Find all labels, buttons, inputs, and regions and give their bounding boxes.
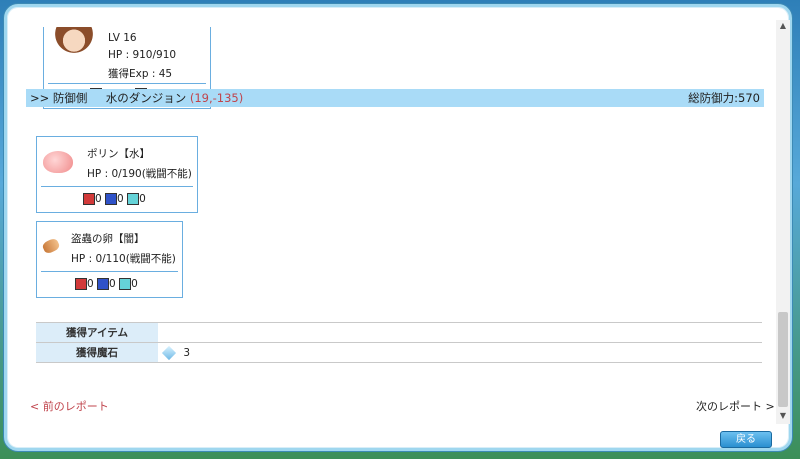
egg-icon bbox=[41, 237, 61, 255]
cyan-stone-count: 0 bbox=[131, 278, 138, 290]
stones-label: 獲得魔石 bbox=[36, 342, 158, 363]
reward-table: 獲得アイテム 獲得魔石 3 bbox=[36, 322, 762, 363]
cyan-stone-count: 0 bbox=[139, 193, 146, 205]
cyan-stone-icon bbox=[127, 193, 140, 205]
defense-banner: >> 防御側 水のダンジョン (19,-135) 総防御力:570 bbox=[26, 89, 764, 107]
player-card-divider bbox=[48, 83, 206, 84]
monster-card: 盗蟲の卵【闇】 HP : 0/110(戦闘不能) 0 0 0 bbox=[36, 221, 183, 298]
red-stone-icon bbox=[75, 278, 87, 290]
dungeon-name: 水のダンジョン bbox=[105, 91, 187, 105]
monster-stones: 0 0 0 bbox=[75, 278, 138, 290]
player-avatar bbox=[49, 27, 99, 67]
stones-value: 3 bbox=[183, 346, 191, 359]
table-row: 獲得アイテム bbox=[36, 322, 762, 343]
monster-hp: HP : 0/190(戦闘不能) bbox=[87, 168, 192, 180]
dungeon-coords: (19,-135) bbox=[189, 91, 244, 105]
scroll-up-arrow-icon[interactable]: ▲ bbox=[776, 20, 790, 32]
back-button[interactable]: 戻る bbox=[720, 431, 772, 448]
next-report-link[interactable]: 次のレポート > bbox=[696, 398, 775, 414]
blue-stone-icon bbox=[105, 193, 118, 205]
scrollbar-thumb[interactable] bbox=[778, 312, 788, 407]
crystal-icon bbox=[161, 345, 177, 360]
red-stone-count: 0 bbox=[87, 278, 94, 290]
blue-stone-icon bbox=[97, 278, 110, 290]
player-level: LV 16 bbox=[108, 32, 137, 44]
previous-report-link[interactable]: < 前のレポート bbox=[30, 398, 109, 414]
monster-card-divider bbox=[41, 271, 178, 272]
monster-card-divider bbox=[41, 186, 193, 187]
stones-value-cell: 3 bbox=[158, 342, 762, 363]
items-label: 獲得アイテム bbox=[36, 322, 158, 343]
blue-stone-count: 0 bbox=[109, 278, 116, 290]
table-row: 獲得魔石 3 bbox=[36, 342, 762, 363]
monster-hp: HP : 0/110(戦闘不能) bbox=[71, 253, 176, 265]
total-defense: 総防御力:570 bbox=[688, 91, 760, 105]
cyan-stone-icon bbox=[119, 278, 132, 290]
banner-label: >> 防御側 bbox=[30, 91, 88, 105]
red-stone-count: 0 bbox=[95, 193, 102, 205]
monster-name: ポリン【水】 bbox=[87, 148, 150, 160]
blue-stone-count: 0 bbox=[117, 193, 124, 205]
player-hp: HP : 910/910 bbox=[108, 49, 177, 61]
player-exp: 獲得Exp : 45 bbox=[108, 68, 173, 80]
red-stone-icon bbox=[83, 193, 95, 205]
monster-name: 盗蟲の卵【闇】 bbox=[71, 233, 145, 245]
scroll-down-arrow-icon[interactable]: ▼ bbox=[776, 410, 790, 422]
poring-icon bbox=[43, 151, 73, 173]
monster-stones: 0 0 0 bbox=[83, 193, 146, 205]
banner-title: >> 防御側 水のダンジョン (19,-135) bbox=[30, 89, 243, 107]
monster-card: ポリン【水】 HP : 0/190(戦闘不能) 0 0 0 bbox=[36, 136, 198, 213]
items-value bbox=[158, 322, 762, 343]
